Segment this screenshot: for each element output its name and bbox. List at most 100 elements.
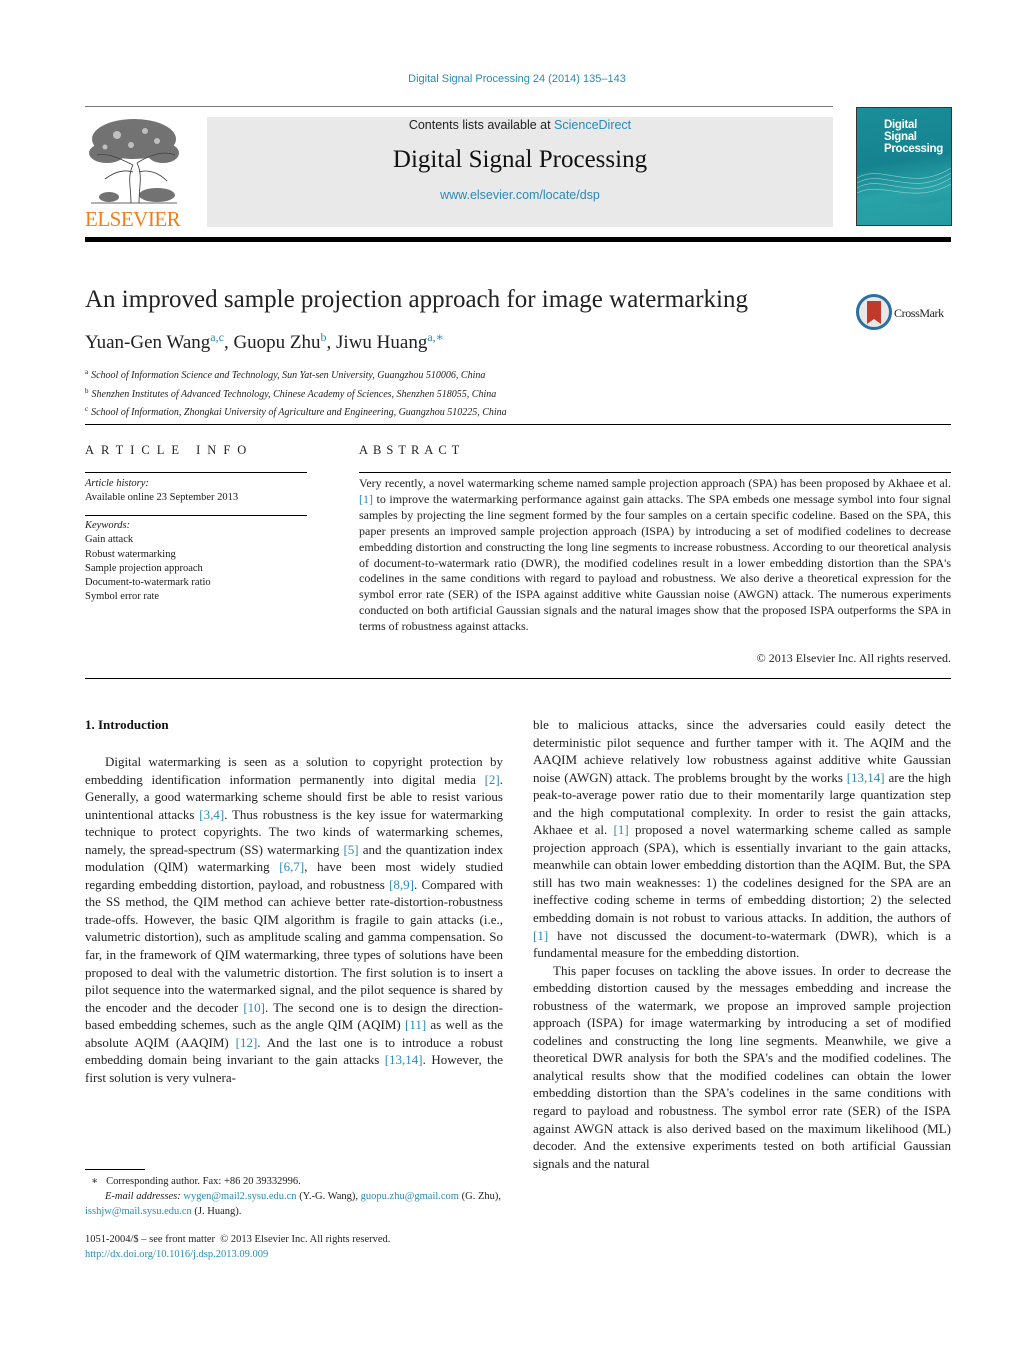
divider	[85, 678, 951, 679]
email-link[interactable]: guopu.zhu@gmail.com	[361, 1191, 459, 1202]
affiliation: b Shenzhen Institutes of Advanced Technol…	[85, 384, 507, 403]
body-column-right: ble to malicious attacks, since the adve…	[533, 716, 951, 1172]
crossmark-badge[interactable]: CrossMark	[856, 294, 956, 330]
cover-title-line: Signal	[884, 131, 917, 143]
corresponding-author-note: ∗ Corresponding author. Fax: +86 20 39332…	[85, 1174, 505, 1189]
body-text: proposed a novel watermarking scheme cal…	[533, 822, 951, 926]
citation-link[interactable]: [5]	[343, 842, 358, 857]
email-label: E-mail addresses:	[105, 1191, 181, 1202]
cover-wave-graphic	[857, 167, 951, 225]
footnote-star: ∗	[91, 1176, 99, 1187]
keyword: Symbol error rate	[85, 591, 160, 603]
affiliation-text: Shenzhen Institutes of Advanced Technolo…	[91, 388, 497, 400]
abstract-copyright: © 2013 Elsevier Inc. All rights reserved…	[756, 651, 951, 665]
masthead-divider	[85, 237, 951, 242]
article-info-heading: ARTICLE INFO	[85, 443, 254, 457]
divider	[85, 515, 307, 516]
doi-link[interactable]: http://dx.doi.org/10.1016/j.dsp.2013.09.…	[85, 1247, 505, 1262]
email-owner: (Y.-G. Wang),	[296, 1191, 361, 1202]
affiliation-text: School of Information Science and Techno…	[91, 370, 486, 381]
body-text: . Compared with the SS method, the QIM m…	[85, 876, 503, 1015]
affiliation: a School of Information Science and Techn…	[85, 365, 507, 384]
citation-link[interactable]: [8,9]	[389, 877, 414, 892]
header-divider	[85, 106, 833, 107]
author-affiliation-mark[interactable]: a,∗	[427, 330, 443, 344]
author-separator: ,	[223, 332, 234, 353]
keyword: Document-to-watermark ratio	[85, 577, 211, 589]
email-owner: (J. Huang).	[191, 1206, 242, 1217]
author-name[interactable]: Jiwu Huang	[336, 332, 427, 353]
journal-title: Digital Signal Processing	[392, 146, 648, 173]
contents-prefix: Contents lists available at	[408, 118, 555, 132]
divider	[85, 472, 307, 473]
divider	[85, 424, 951, 425]
cover-title-line: Digital	[884, 119, 918, 131]
author-name[interactable]: Guopu Zhu	[233, 332, 320, 353]
tree-icon	[89, 119, 179, 204]
email-link[interactable]: wygen@mail2.sysu.edu.cn	[183, 1191, 296, 1202]
cover-title-line: Processing	[884, 143, 943, 155]
elsevier-wordmark: ELSEVIER	[85, 207, 181, 231]
corresponding-text: Corresponding author. Fax: +86 20 393329…	[106, 1176, 301, 1187]
citation-link[interactable]: [10]	[243, 1000, 265, 1015]
abstract-text-part: Very recently, a novel watermarking sche…	[359, 476, 951, 490]
keyword: Sample projection approach	[85, 562, 203, 574]
front-matter: 1051-2004/$ – see front matter © 2013 El…	[85, 1232, 505, 1262]
affiliation-mark: b	[85, 386, 89, 395]
citation-link[interactable]: [3,4]	[199, 807, 224, 822]
body-paragraph: This paper focuses on tackling the above…	[533, 962, 951, 1171]
abstract-text-part: to improve the watermarking performance …	[359, 491, 951, 634]
affiliation-text: School of Information, Zhongkai Universi…	[91, 407, 507, 418]
affiliation: c School of Information, Zhongkai Univers…	[85, 402, 507, 421]
issn-line: 1051-2004/$ – see front matter © 2013 El…	[85, 1234, 391, 1245]
sciencedirect-link[interactable]: ScienceDirect	[554, 118, 631, 132]
footnote: ∗ Corresponding author. Fax: +86 20 39332…	[85, 1174, 505, 1219]
author-list: Yuan-Gen Wanga,c, Guopu Zhub, Jiwu Huang…	[85, 330, 444, 354]
citation-link[interactable]: [1]	[533, 928, 548, 943]
citation-link[interactable]: [1]	[359, 492, 373, 506]
footnote-divider	[85, 1169, 145, 1170]
citation-link[interactable]: [11]	[405, 1017, 426, 1032]
email-link[interactable]: isshjw@mail.sysu.edu.cn	[85, 1206, 192, 1217]
affiliation-mark: a	[85, 368, 89, 376]
citation-link[interactable]: [1]	[614, 822, 629, 837]
journal-reference[interactable]: Digital Signal Processing 24 (2014) 135–…	[0, 73, 1020, 85]
body-column-left: Digital watermarking is seen as a soluti…	[85, 753, 503, 1086]
history-label: Article history:	[85, 478, 149, 489]
email-owner: (G. Zhu),	[458, 1191, 501, 1202]
elsevier-logo[interactable]: ELSEVIER	[85, 115, 185, 231]
body-paragraph: Digital watermarking is seen as a soluti…	[85, 753, 503, 1086]
author-separator: ,	[326, 332, 337, 353]
divider	[359, 472, 951, 473]
author-affiliation-mark[interactable]: a,c	[210, 330, 224, 344]
article-title: An improved sample projection approach f…	[85, 286, 748, 313]
citation-link[interactable]: [6,7]	[279, 859, 304, 874]
article-history: Article history: Available online 23 Sep…	[85, 477, 238, 505]
abstract-text: Very recently, a novel watermarking sche…	[359, 476, 951, 635]
keywords-label: Keywords:	[85, 520, 131, 531]
keyword: Gain attack	[85, 534, 134, 546]
abstract-heading: ABSTRACT	[359, 443, 465, 457]
journal-url-link[interactable]: www.elsevier.com/locate/dsp	[207, 188, 833, 202]
section-heading: 1. Introduction	[85, 717, 169, 732]
crossmark-icon	[856, 294, 892, 330]
affiliation-mark: c	[85, 405, 89, 413]
affiliations: a School of Information Science and Techn…	[85, 365, 507, 421]
citation-link[interactable]: [2]	[485, 772, 500, 787]
keyword: Robust watermarking	[85, 548, 176, 560]
journal-masthead: Contents lists available at ScienceDirec…	[207, 117, 833, 227]
body-text: Digital watermarking is seen as a soluti…	[85, 754, 503, 787]
history-value: Available online 23 September 2013	[85, 492, 239, 503]
citation-link[interactable]: [12]	[236, 1035, 258, 1050]
journal-cover-thumbnail[interactable]: Digital Signal Processing	[856, 107, 952, 226]
keywords: Keywords: Gain attack Robust watermarkin…	[85, 519, 211, 605]
citation-link[interactable]: [13,14]	[385, 1052, 423, 1067]
contents-line: Contents lists available at ScienceDirec…	[207, 117, 833, 132]
author-name[interactable]: Yuan-Gen Wang	[85, 332, 210, 353]
email-addresses: E-mail addresses: wygen@mail2.sysu.edu.c…	[85, 1189, 505, 1219]
citation-link[interactable]: [13,14]	[847, 770, 885, 785]
body-text: have not discussed the document-to-water…	[533, 927, 951, 961]
body-paragraph: ble to malicious attacks, since the adve…	[533, 716, 951, 962]
crossmark-label: CrossMark	[894, 306, 944, 320]
cover-title: Digital Signal Processing	[884, 119, 943, 155]
